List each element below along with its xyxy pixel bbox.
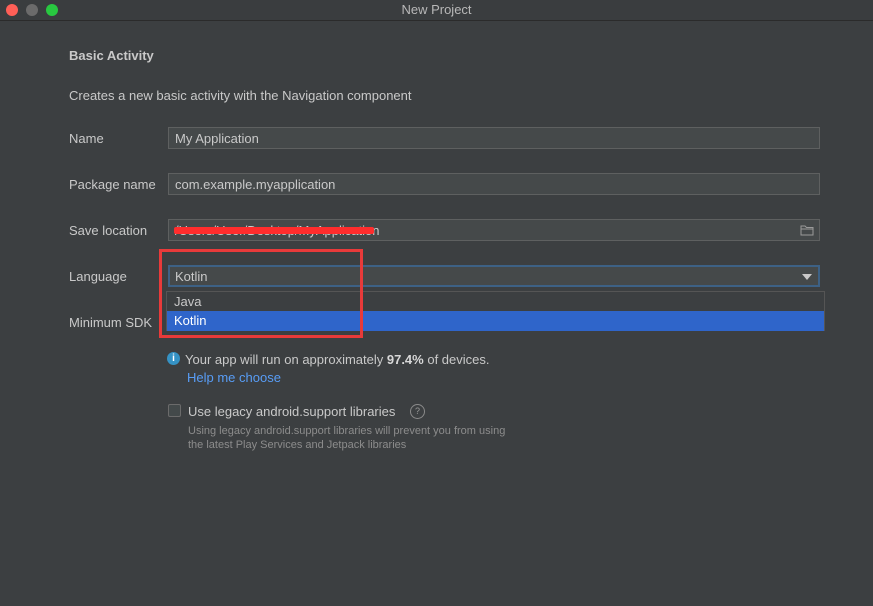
info-icon: i bbox=[167, 352, 180, 365]
coverage-suffix: of devices. bbox=[423, 352, 490, 367]
name-label: Name bbox=[69, 131, 104, 146]
coverage-percent: 97.4% bbox=[386, 352, 424, 367]
language-label: Language bbox=[69, 269, 127, 284]
device-coverage-text: Your app will run on approximately 97.4%… bbox=[185, 352, 490, 367]
new-project-window: New Project Basic Activity Creates a new… bbox=[0, 0, 873, 606]
legacy-libraries-label[interactable]: Use legacy android.support libraries bbox=[188, 404, 395, 419]
legacy-libraries-checkbox[interactable] bbox=[168, 404, 181, 417]
folder-icon[interactable] bbox=[800, 224, 814, 236]
redaction-mark bbox=[174, 227, 374, 234]
template-description: Creates a new basic activity with the Na… bbox=[69, 88, 412, 103]
chevron-down-icon[interactable] bbox=[802, 274, 812, 280]
window-title: New Project bbox=[401, 2, 472, 17]
name-field[interactable]: My Application bbox=[168, 127, 820, 149]
title-bar: New Project bbox=[0, 0, 873, 21]
template-heading: Basic Activity bbox=[69, 48, 154, 63]
minimum-sdk-label: Minimum SDK bbox=[69, 315, 153, 330]
help-me-choose-link[interactable]: Help me choose bbox=[187, 370, 281, 385]
coverage-prefix: Your app will run on approximately bbox=[185, 352, 387, 367]
legacy-hint-line-1: Using legacy android.support libraries w… bbox=[188, 425, 506, 437]
legacy-hint-line-2: the latest Play Services and Jetpack lib… bbox=[188, 439, 407, 451]
package-name-field[interactable]: com.example.myapplication bbox=[168, 173, 820, 195]
annotation-highlight-box bbox=[159, 249, 363, 338]
package-name-value: com.example.myapplication bbox=[175, 177, 336, 192]
help-icon[interactable]: ? bbox=[410, 404, 425, 419]
name-field-value: My Application bbox=[175, 131, 259, 146]
package-name-label: Package name bbox=[69, 177, 156, 192]
save-location-label: Save location bbox=[69, 223, 148, 238]
